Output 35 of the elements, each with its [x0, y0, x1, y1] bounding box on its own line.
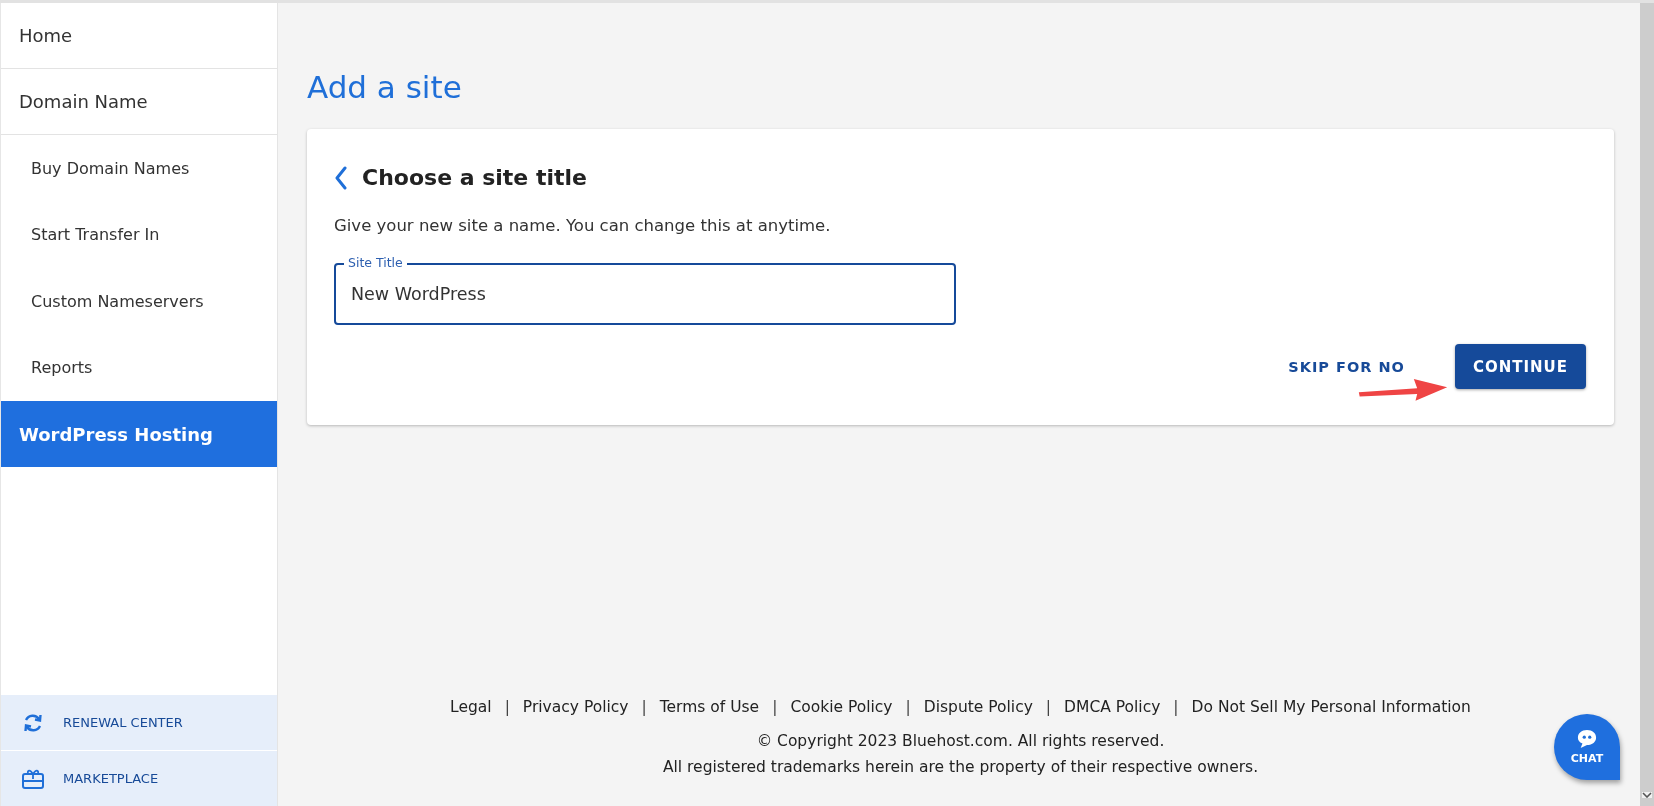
scrollbar[interactable]: [1640, 3, 1654, 806]
card-heading: Choose a site title: [362, 165, 587, 190]
renewal-center-link[interactable]: RENEWAL CENTER: [63, 715, 183, 730]
description-text: Give your new site a name. You can change this at anytime.: [334, 216, 832, 235]
nav-item[interactable]: Domain Name: [1, 69, 277, 135]
separator: |: [772, 698, 778, 716]
text-input[interactable]: New WordPress: [336, 284, 954, 304]
nav-subitem[interactable]: Buy Domain Names: [1, 135, 277, 202]
chat-bubble-icon: [1576, 729, 1598, 749]
footer-link[interactable]: Dispute Policy: [923, 698, 1033, 716]
separator: |: [905, 698, 911, 716]
nav-subitem[interactable]: Start Transfer In: [1, 201, 277, 268]
copyright-text: © Copyright 2023 Bluehost.com. All rights reserved.: [756, 732, 1165, 750]
separator: |: [641, 698, 647, 716]
nav-item[interactable]: Home: [1, 3, 277, 69]
footer-link[interactable]: Legal: [450, 698, 492, 716]
nav-item[interactable]: WordPress Hosting: [1, 401, 277, 467]
back-icon[interactable]: [334, 165, 348, 190]
nav-subitem[interactable]: Custom Nameservers: [1, 268, 277, 335]
footer-link[interactable]: Do Not Sell My Personal Information: [1191, 698, 1471, 716]
separator: |: [1045, 698, 1052, 716]
nav-subitem[interactable]: Reports: [1, 334, 277, 401]
separator: |: [504, 698, 510, 716]
continue-button[interactable]: CONTINUE: [1454, 344, 1586, 389]
chat-button[interactable]: CHAT: [1554, 714, 1620, 780]
marketplace-link[interactable]: MARKETPLACE: [63, 771, 159, 786]
trademark-text: All registered trademarks herein are the property of their respective owners.: [662, 758, 1259, 776]
footer-link[interactable]: DMCA Policy: [1064, 698, 1161, 716]
separator: |: [1173, 698, 1179, 716]
scroll-down-icon[interactable]: [1642, 792, 1652, 798]
skip-button[interactable]: SKIP FOR NO: [1288, 358, 1405, 375]
footer-link[interactable]: Terms of Use: [659, 698, 760, 716]
footer-link[interactable]: Cookie Policy: [790, 698, 893, 716]
page-title: Add a site: [307, 69, 463, 105]
footer-link[interactable]: Privacy Policy: [522, 698, 629, 716]
